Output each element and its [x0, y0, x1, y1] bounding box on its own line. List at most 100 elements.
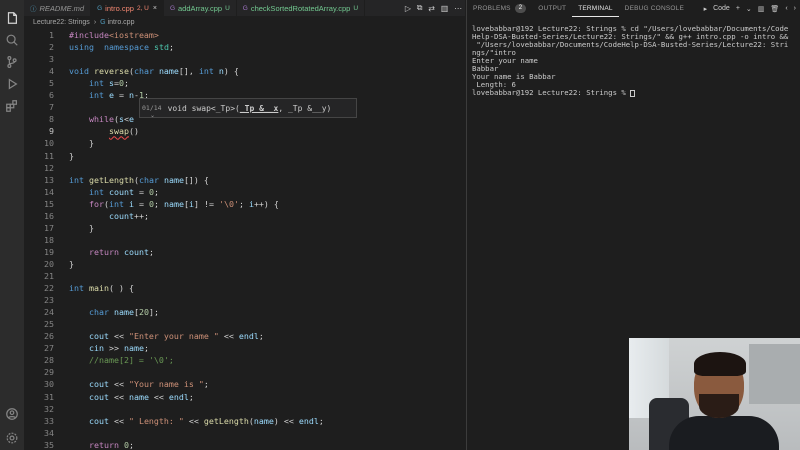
code-line[interactable]: 16 count++;	[24, 210, 149, 222]
code-token: cout	[88, 331, 109, 342]
split-terminal-icon[interactable]: ▥	[758, 5, 765, 13]
tab-addarray-cpp[interactable]: G addArray.cpp U	[164, 0, 237, 16]
tab-checksortedrotatedarray-cpp[interactable]: G checkSortedRotatedArray.cpp U	[237, 0, 366, 16]
overload-counter[interactable]: 01/14	[142, 104, 162, 112]
code-line[interactable]: 24 char name[20];	[24, 306, 159, 318]
code-line[interactable]: 10 }	[24, 137, 94, 149]
code-line[interactable]: 35 return 0;	[24, 439, 134, 450]
info-icon: ⓘ	[30, 6, 37, 13]
code-token: <<	[108, 415, 129, 426]
code-line[interactable]: 31 cout << name << endl;	[24, 391, 194, 403]
add-terminal-icon[interactable]: +	[736, 5, 740, 12]
code-line[interactable]: 4 void reverse(char name[], int n) {	[24, 65, 239, 77]
line-content: cout << "Your name is ";	[69, 379, 209, 389]
code-token: name	[113, 307, 134, 318]
source-control-icon[interactable]	[4, 54, 20, 70]
code-token: name	[163, 174, 184, 185]
split-editor-icon[interactable]: ⧉	[417, 3, 423, 13]
code-token: >>	[103, 343, 124, 354]
code-token: ) <<	[273, 415, 299, 426]
code-line[interactable]: 6 int e = n-1;	[24, 89, 149, 101]
code-line[interactable]: 15 for(int i = 0; name[i] != '\0'; i++) …	[24, 198, 279, 210]
line-number: 17	[44, 222, 54, 233]
code-line[interactable]: 30 cout << "Your name is ";	[24, 378, 209, 390]
line-content: int main( ) {	[69, 283, 134, 293]
terminal-icon: ▸	[703, 5, 708, 13]
line-number: 4	[49, 66, 54, 77]
code-line[interactable]: 34	[24, 427, 54, 439]
code-token: e	[128, 114, 134, 125]
line-content: //name[2] = '\0';	[69, 355, 174, 365]
tab-problems[interactable]: PROBLEMS 2	[467, 0, 532, 17]
chevron-left-icon[interactable]: ‹	[785, 5, 787, 12]
terminal-output[interactable]: lovebabbar@192 Lecture22: Strings % cd "…	[472, 25, 798, 97]
code-line[interactable]: 7	[24, 101, 54, 113]
code-token: endl	[168, 391, 189, 402]
code-line[interactable]: 14 int count = 0;	[24, 186, 159, 198]
webcam-person-hair	[694, 352, 746, 376]
code-token: namespace	[103, 42, 149, 53]
breadcrumb-file[interactable]: intro.cpp	[108, 19, 135, 26]
code-token: ( ) {	[108, 283, 134, 294]
code-line[interactable]: 19 return count;	[24, 246, 154, 258]
code-line[interactable]: 28 //name[2] = '\0';	[24, 354, 174, 366]
code-line[interactable]: 23	[24, 294, 54, 306]
code-token: ;	[128, 439, 134, 450]
shell-selector[interactable]: Code	[713, 5, 730, 12]
code-editor[interactable]: 1 #include<iostream> 2 using namespace std;…	[24, 29, 465, 450]
code-token: std	[148, 42, 169, 53]
terminal-text: "/Users/lovebabbar/Documents/CodeHelp-DS…	[472, 40, 789, 49]
layout-icon[interactable]: ▥	[441, 4, 449, 13]
run-debug-icon[interactable]	[4, 76, 20, 92]
line-number: 7	[49, 102, 54, 113]
parameter-hint-popup: 01/14 void swap<_Tp>(_Tp &__x, _Tp &__y)	[139, 98, 357, 118]
line-number: 10	[44, 138, 54, 149]
code-line[interactable]: 25	[24, 318, 54, 330]
chevron-down-icon[interactable]: ⌄	[746, 5, 752, 13]
search-icon[interactable]	[4, 32, 20, 48]
code-line[interactable]: 5 int s=0;	[24, 77, 129, 89]
code-token: int	[88, 90, 104, 101]
code-line[interactable]: 27 cin >> name;	[24, 342, 149, 354]
tab-terminal[interactable]: TERMINAL	[572, 0, 619, 17]
code-line[interactable]: 1 #include<iostream>	[24, 29, 159, 41]
extensions-icon[interactable]	[4, 98, 20, 114]
code-line[interactable]: 20}	[24, 258, 74, 270]
code-line[interactable]: 17 }	[24, 222, 94, 234]
code-token: name	[163, 198, 184, 209]
tab-readme[interactable]: ⓘ README.md	[24, 0, 92, 16]
line-number: 27	[44, 343, 54, 354]
code-line[interactable]: 2 using namespace std;	[24, 41, 174, 53]
code-line[interactable]: 3	[24, 53, 54, 65]
code-line[interactable]: 29	[24, 366, 54, 378]
code-line[interactable]: 32	[24, 403, 54, 415]
close-icon[interactable]: ×	[153, 5, 157, 12]
chevron-down-icon[interactable]: ⌄	[150, 112, 155, 119]
code-line[interactable]: 12	[24, 162, 54, 174]
tab-debug-console[interactable]: DEBUG CONSOLE	[619, 0, 690, 17]
code-line[interactable]: 33 cout << " Length: " << getLength(name…	[24, 415, 324, 427]
tab-intro-cpp[interactable]: G intro.cpp 2, U ×	[91, 0, 164, 16]
tab-output[interactable]: OUTPUT	[532, 0, 572, 17]
code-line[interactable]: 9 swap()	[24, 125, 139, 137]
code-line[interactable]: 8 while(s<e	[24, 113, 134, 125]
chevron-right-icon[interactable]: ›	[794, 5, 796, 12]
code-token: ++;	[133, 210, 149, 221]
trash-icon[interactable]: 🗑	[770, 5, 779, 13]
breadcrumb-folder[interactable]: Lecture22: Strings	[33, 19, 90, 26]
code-line[interactable]: 18	[24, 234, 54, 246]
code-line[interactable]: 11}	[24, 150, 74, 162]
code-line[interactable]: 26 cout << "Enter your name " << endl;	[24, 330, 264, 342]
account-icon[interactable]	[4, 406, 20, 422]
code-line[interactable]: 21	[24, 270, 54, 282]
explorer-icon[interactable]	[4, 10, 20, 26]
code-line[interactable]: 22 int main( ) {	[24, 282, 134, 294]
code-token: '\0'	[218, 198, 239, 209]
compare-icon[interactable]: ⇄	[428, 4, 435, 13]
code-line[interactable]: 13 int getLength(char name[]) {	[24, 174, 209, 186]
more-actions-icon[interactable]: ⋯	[454, 4, 462, 13]
run-icon[interactable]: ▷	[405, 4, 411, 13]
settings-gear-icon[interactable]	[4, 430, 20, 446]
